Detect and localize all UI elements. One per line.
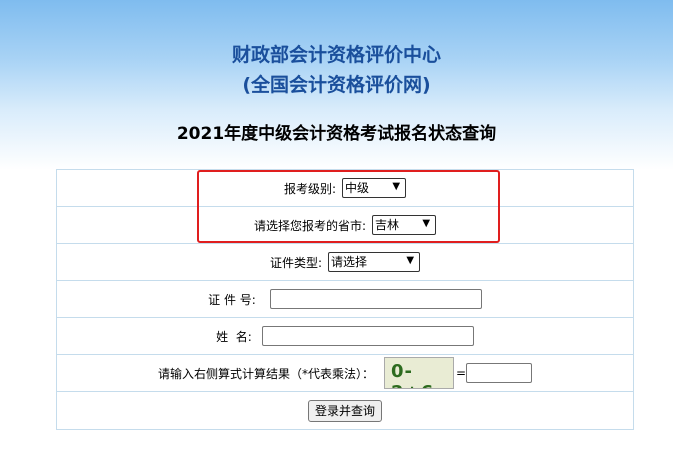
captcha-image-text: 0-2+6: [390, 361, 433, 388]
org-name: 财政部会计资格评价中心: [231, 44, 441, 66]
level-select-wrap[interactable]: 中级 ▼: [342, 178, 407, 198]
captcha-row: 请输入右侧算式计算结果（*代表乘法）： 0-2+6 =: [57, 355, 633, 392]
id-type-select[interactable]: 请选择: [328, 252, 421, 272]
name-row: 姓 名:: [57, 318, 633, 355]
level-row: 报考级别: 中级 ▼: [57, 170, 633, 207]
captcha-input[interactable]: [466, 363, 533, 383]
submit-button[interactable]: 登录并查询: [307, 399, 382, 422]
province-select[interactable]: 吉林: [372, 215, 437, 235]
province-select-wrap[interactable]: 吉林 ▼: [372, 215, 437, 235]
captcha-image[interactable]: 0-2+6: [383, 357, 454, 389]
id-type-row: 证件类型: 请选择 ▼: [57, 244, 633, 281]
id-number-label: 证 件 号:: [208, 292, 256, 307]
level-label: 报考级别:: [283, 181, 337, 196]
org-subtitle: (全国会计资格评价网): [242, 74, 431, 96]
name-label: 姓 名:: [216, 329, 252, 344]
id-number-input[interactable]: [269, 289, 482, 309]
submit-row: 登录并查询: [57, 392, 633, 429]
header: 财政部会计资格评价中心 (全国会计资格评价网): [0, 40, 673, 100]
captcha-label: 请输入右侧算式计算结果（*代表乘法）：: [157, 366, 374, 381]
id-number-row: 证 件 号:: [57, 281, 633, 318]
province-row: 请选择您报考的省市: 吉林 ▼: [57, 207, 633, 244]
name-input[interactable]: [261, 326, 474, 346]
page-title: 2021年度中级会计资格考试报名状态查询: [176, 124, 497, 144]
level-select[interactable]: 中级: [342, 178, 407, 198]
query-form: 报考级别: 中级 ▼ 请选择您报考的省市: 吉林 ▼ 证件类型: 请选择 ▼ 证…: [56, 169, 634, 430]
province-label: 请选择您报考的省市:: [253, 218, 367, 233]
captcha-equals: =: [455, 366, 467, 380]
id-type-select-wrap[interactable]: 请选择 ▼: [328, 252, 421, 272]
id-type-label: 证件类型:: [269, 255, 323, 270]
